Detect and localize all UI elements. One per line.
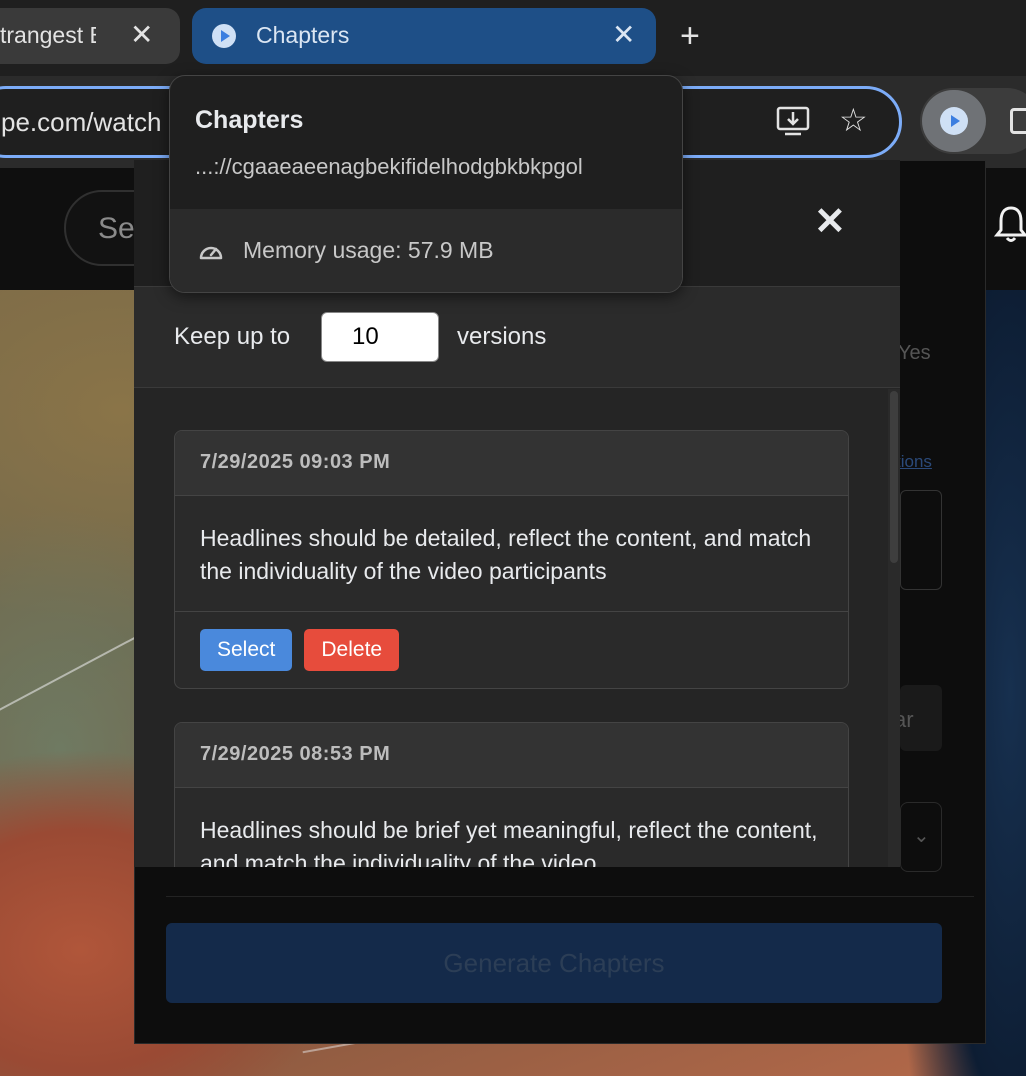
background-button[interactable]: ar: [894, 685, 942, 751]
tab-chapters[interactable]: Chapters ✕: [192, 8, 656, 64]
bookmark-star-icon[interactable]: ☆: [839, 101, 868, 139]
extension-name: Chapters: [195, 106, 304, 134]
background-textarea[interactable]: [900, 490, 942, 590]
version-card: 7/29/2025 09:03 PM Headlines should be d…: [174, 430, 849, 689]
tab-strip: trangest B ✕ Chapters ✕ +: [0, 0, 1026, 76]
tab-title: Chapters: [256, 22, 350, 48]
extension-id: ...://cgaaeaeenagbekifidelhodgbkbkpgol: [195, 154, 583, 179]
chevron-down-icon: ⌄: [913, 825, 930, 847]
chapters-favicon-icon: [212, 24, 236, 48]
background-yes-label: Yes: [898, 342, 931, 364]
memory-usage-row: Memory usage: 57.9 MB: [170, 209, 682, 292]
notifications-bell-icon[interactable]: [994, 204, 1026, 244]
address-url[interactable]: pe.com/watch: [1, 107, 161, 138]
background-select[interactable]: ⌄: [900, 802, 942, 872]
chapters-extension-button[interactable]: [922, 90, 986, 152]
keep-versions-suffix: versions: [457, 323, 547, 350]
divider: [166, 896, 974, 897]
version-text: Headlines should be brief yet meaningful…: [175, 788, 848, 867]
tab-previous[interactable]: trangest B ✕: [0, 8, 180, 64]
extensions-puzzle-icon[interactable]: [1010, 108, 1026, 134]
keep-versions-label: Keep up to: [174, 323, 291, 350]
close-icon[interactable]: ✕: [814, 202, 846, 242]
version-text: Headlines should be detailed, reflect th…: [175, 496, 848, 612]
background-link[interactable]: tions: [896, 452, 932, 472]
version-actions: Select Delete: [175, 612, 848, 688]
scrollbar-thumb[interactable]: [890, 391, 898, 563]
delete-version-button[interactable]: Delete: [304, 629, 400, 671]
keep-versions-row: Keep up to versions: [134, 287, 900, 388]
new-tab-plus-icon[interactable]: +: [680, 16, 700, 56]
extension-tooltip: Chapters ...://cgaaeaeenagbekifidelhodgb…: [169, 75, 683, 293]
version-card: 7/29/2025 08:53 PM Headlines should be b…: [174, 722, 849, 867]
chapters-extension-icon: [940, 107, 968, 135]
version-date: 7/29/2025 08:53 PM: [175, 723, 848, 788]
version-date: 7/29/2025 09:03 PM: [175, 431, 848, 496]
select-version-button[interactable]: Select: [200, 629, 293, 671]
versions-list[interactable]: 7/29/2025 09:03 PM Headlines should be d…: [134, 389, 900, 867]
speedometer-icon: [199, 246, 223, 260]
search-placeholder: Se: [98, 212, 135, 245]
generate-chapters-button[interactable]: Generate Chapters: [166, 923, 942, 1003]
tab-title: trangest B: [0, 22, 96, 48]
keep-versions-input[interactable]: [321, 312, 439, 362]
tab-close-icon[interactable]: ✕: [130, 18, 153, 51]
tab-close-icon[interactable]: ✕: [612, 18, 635, 51]
install-app-icon[interactable]: [775, 103, 811, 139]
memory-usage-text: Memory usage: 57.9 MB: [243, 237, 494, 263]
